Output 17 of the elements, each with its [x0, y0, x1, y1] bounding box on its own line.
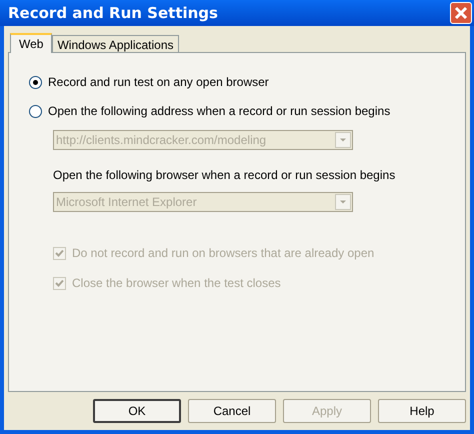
radio-button[interactable]	[29, 104, 42, 118]
field-label: Open the following browser when a record or run session begins	[53, 167, 396, 184]
dialog-button[interactable]: Cancel	[188, 399, 276, 423]
dropdown-value: Microsoft Internet Explorer	[56, 194, 197, 211]
radio-button[interactable]	[29, 76, 42, 88]
close-button[interactable]	[450, 2, 472, 24]
radio-label: Record and run test on any open browser	[48, 74, 269, 91]
tab[interactable]: Web	[10, 33, 52, 53]
checkbox-label: Do not record and run on browsers that are already open	[72, 245, 374, 262]
checkbox-label: Close the browser when the test closes	[72, 275, 281, 292]
radio-label: Open the following address when a record or run session begins	[48, 103, 390, 120]
tab[interactable]: Windows Applications	[52, 35, 179, 52]
dialog-button[interactable]: Help	[378, 399, 466, 423]
close-icon	[454, 6, 468, 20]
window-title: Record and Run Settings	[8, 2, 218, 24]
dropdown-value: http://clients.mindcracker.com/modeling	[56, 132, 266, 149]
dialog-button[interactable]: OK	[93, 399, 181, 423]
